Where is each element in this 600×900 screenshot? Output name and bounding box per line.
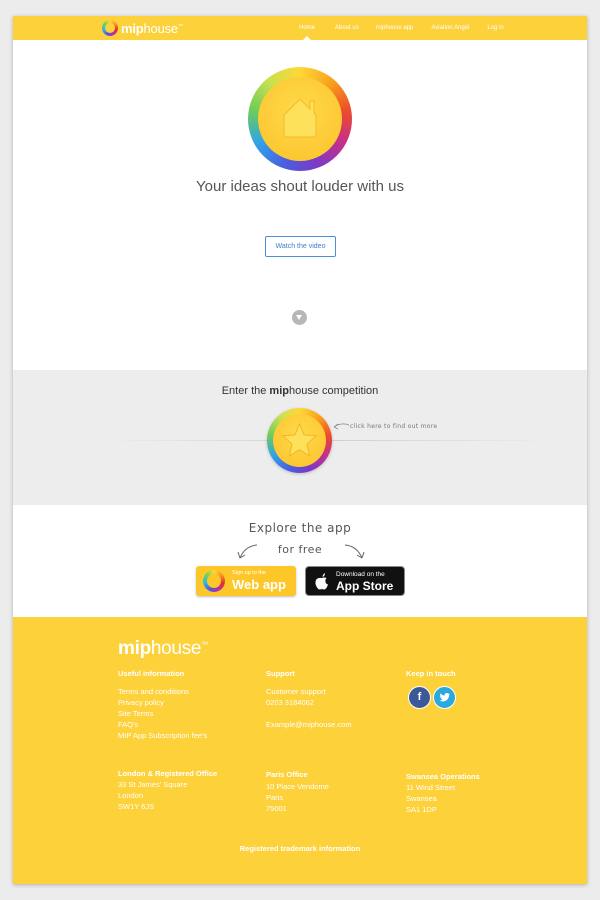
page: miphouse™ Home About us miphouse app Avi… — [13, 16, 587, 884]
app-store-button[interactable]: Download on the App Store — [305, 566, 405, 596]
explore-subtitle: for free — [277, 543, 323, 556]
swansea-office-heading: Swansea Operations — [406, 772, 480, 781]
nav-about-us[interactable]: About us — [335, 16, 359, 40]
app-store-small-label: Download on the — [336, 571, 385, 578]
twitter-icon[interactable] — [433, 686, 456, 709]
swansea-address-line: Swansea — [406, 794, 437, 803]
customer-support-link[interactable]: Customer support — [266, 687, 326, 696]
arrow-right-icon — [344, 544, 365, 559]
logo-ring-icon — [102, 20, 118, 36]
london-office-heading: London & Registered Office — [118, 769, 218, 778]
logo-text: miphouse™ — [121, 20, 183, 36]
hint-arrow-icon — [333, 423, 350, 430]
support-phone: 0203 3184062 — [266, 698, 314, 707]
chevron-down-icon[interactable] — [292, 310, 307, 325]
competition-hint[interactable]: click here to find out more — [350, 423, 437, 430]
swansea-address-line: 11 Wind Street — [406, 783, 456, 792]
paris-office-heading: Paris Office — [266, 770, 308, 779]
web-app-big-label: Web app — [232, 577, 286, 592]
explore-title: Explore the app — [248, 521, 352, 535]
competition-section: Enter the miphouse competition click her… — [13, 370, 587, 505]
house-icon — [283, 98, 317, 138]
top-nav: miphouse™ Home About us miphouse app Avi… — [13, 16, 587, 40]
hero-title: Your ideas shout louder with us — [196, 178, 404, 195]
footer-logo: miphouse™ — [118, 638, 208, 659]
swansea-address-line: SA1 1DP — [406, 805, 437, 814]
faq-link[interactable]: FAQ's — [118, 720, 138, 729]
subscription-fees-link[interactable]: MIP App Subscription fee's — [118, 731, 207, 740]
app-store-big-label: App Store — [336, 579, 394, 593]
facebook-icon[interactable]: f — [408, 686, 431, 709]
logo[interactable]: miphouse™ — [102, 19, 183, 37]
support-heading: Support — [266, 669, 295, 678]
london-address-line: London — [118, 791, 144, 800]
competition-title: Enter the miphouse competition — [221, 385, 379, 397]
london-address-line: SW1Y 6JS — [118, 802, 155, 811]
star-badge-inner — [273, 414, 326, 467]
nav-log-in[interactable]: Log in — [487, 16, 503, 40]
site-terms-link[interactable]: Site Terms — [118, 709, 153, 718]
privacy-link[interactable]: Privacy policy — [118, 698, 164, 707]
nav-aviation-angel[interactable]: Aviation Angel — [431, 16, 469, 40]
apple-icon — [315, 573, 328, 590]
terms-link[interactable]: Terms and conditions — [118, 687, 189, 696]
paris-address-line: 75001 — [266, 804, 287, 813]
nav-miphouse-app[interactable]: miphouse app — [376, 16, 414, 40]
london-address-line: 33 St James' Square — [118, 780, 188, 789]
nav-links: Home About us miphouse app Aviation Ange… — [299, 16, 504, 40]
useful-information-heading: Useful information — [118, 669, 185, 678]
twitter-bird-icon — [439, 692, 450, 702]
web-app-small-label: Sign up to the — [232, 570, 266, 576]
web-app-button[interactable]: Sign up to the Web app — [196, 566, 296, 596]
keep-in-touch-heading: Keep in touch — [406, 669, 456, 678]
paris-address-line: Paris — [266, 793, 284, 802]
competition-star-button[interactable] — [267, 408, 332, 473]
nav-home[interactable]: Home — [299, 16, 315, 40]
explore-section: Explore the app for free Sign up to the … — [13, 505, 587, 617]
hero-badge-inner — [258, 77, 342, 161]
paris-address-line: 10 Place Vendome — [266, 782, 329, 791]
footer: miphouse™ Useful information Terms and c… — [13, 617, 587, 884]
arrow-left-icon — [237, 544, 258, 559]
support-email-link[interactable]: Example@miphouse.com — [266, 720, 352, 729]
hero-badge — [248, 67, 352, 171]
watch-video-button[interactable]: Watch the video — [265, 236, 336, 257]
logo-ring-icon — [203, 570, 225, 592]
trademark-link[interactable]: Registered trademark information — [13, 844, 587, 853]
star-icon — [281, 422, 318, 458]
